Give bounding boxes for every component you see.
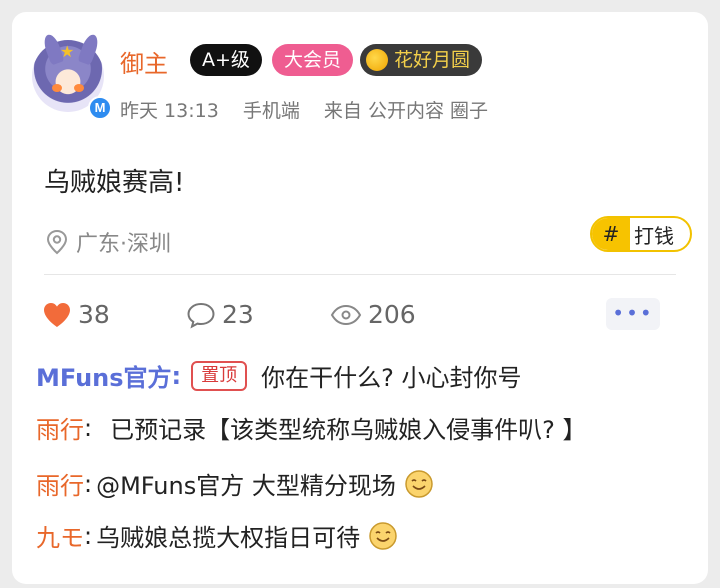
comment-count: 23 xyxy=(222,300,254,329)
verified-m-icon: M xyxy=(88,96,112,120)
view-stat: 206 xyxy=(330,300,416,329)
smile-emoji-icon xyxy=(405,469,433,498)
level-badge: A+级 xyxy=(190,44,262,76)
star-icon: ★ xyxy=(60,42,75,61)
comment-text: 乌贼娘总揽大权指日可待 xyxy=(96,524,361,552)
like-button[interactable]: 38 xyxy=(42,300,110,329)
heart-icon xyxy=(44,302,70,327)
username[interactable]: 御主 xyxy=(120,44,168,79)
coin-icon xyxy=(366,49,388,71)
post-card: ★ M 御主 A+级 大会员 花好月圆 昨天 13:13 手机端 来自 公开内容… xyxy=(12,12,708,584)
comment-text: @MFuns官方 大型精分现场 xyxy=(96,472,396,500)
comment-row[interactable]: 九モ : 乌贼娘总揽大权指日可待 xyxy=(36,518,398,553)
comment-colon: : xyxy=(84,521,93,550)
comment-row[interactable]: 雨行 : @MFuns官方 大型精分现场 xyxy=(36,466,434,501)
pinned-badge: 置顶 xyxy=(191,360,248,391)
location[interactable]: 广东·深圳 xyxy=(46,226,171,258)
more-button[interactable]: ••• xyxy=(606,298,660,330)
location-pin-icon xyxy=(46,229,68,255)
comment-author[interactable]: 雨行 xyxy=(36,410,84,445)
topic-tag-label: 打钱 xyxy=(634,223,674,248)
vip-badge: 大会员 xyxy=(272,44,354,76)
like-count: 38 xyxy=(78,300,110,329)
comment-author[interactable]: 雨行 xyxy=(36,466,84,501)
location-label: 广东·深圳 xyxy=(76,232,171,257)
divider xyxy=(44,274,676,275)
speech-bubble-icon xyxy=(187,302,215,328)
medal-badge: 花好月圆 xyxy=(360,44,483,76)
comment-row[interactable]: 雨行 : 已预记录【该类型统称乌贼娘入侵事件叭? 】 xyxy=(36,410,586,445)
comment-row[interactable]: MFuns官方 : 置顶 你在干什么? 小心封你号 xyxy=(36,358,522,393)
comment-button[interactable]: 23 xyxy=(186,300,254,329)
post-content: 乌贼娘赛高! xyxy=(44,168,185,198)
post-time: 昨天 13:13 xyxy=(120,100,219,122)
comment-colon: : xyxy=(84,413,93,442)
comment-text: 你在干什么? 小心封你号 xyxy=(261,364,522,392)
medal-label: 花好月圆 xyxy=(394,49,471,71)
hash-icon: # xyxy=(592,218,630,250)
post-meta: 昨天 13:13 手机端 来自 公开内容 圈子 xyxy=(120,96,506,123)
comment-author[interactable]: 九モ xyxy=(36,518,84,553)
comment-text: 已预记录【该类型统称乌贼娘入侵事件叭? 】 xyxy=(110,416,587,444)
post-device: 手机端 xyxy=(242,100,300,122)
comment-colon: : xyxy=(84,469,93,498)
topic-tag[interactable]: # 打钱 xyxy=(590,216,692,252)
comment-author[interactable]: MFuns官方 xyxy=(36,358,172,393)
post-source[interactable]: 来自 公开内容 圈子 xyxy=(324,100,488,122)
eye-icon xyxy=(330,304,362,325)
comment-colon: : xyxy=(171,361,182,390)
smile-emoji-icon xyxy=(369,521,397,550)
avatar[interactable]: ★ M xyxy=(32,32,112,120)
view-count: 206 xyxy=(368,300,416,329)
